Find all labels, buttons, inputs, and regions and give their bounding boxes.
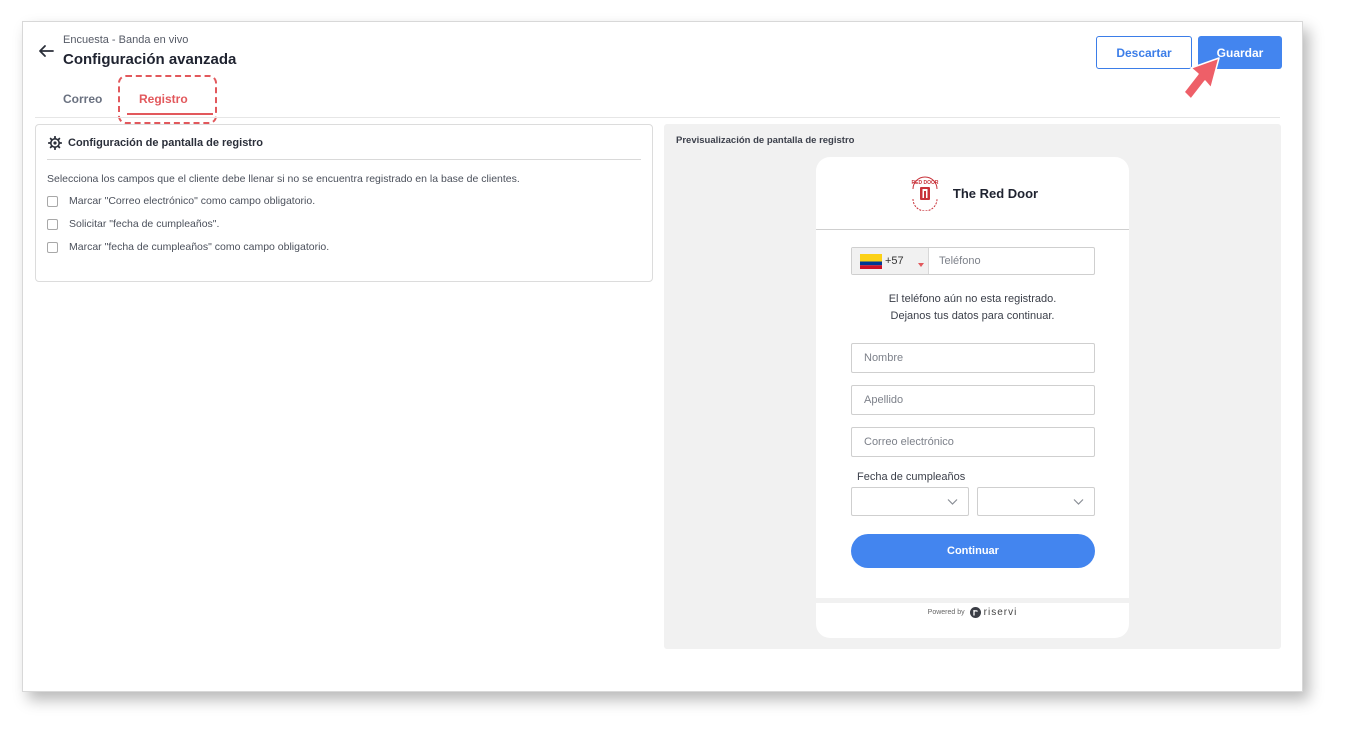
cursor-arrow-icon [1183, 57, 1220, 100]
first-name-input[interactable] [851, 343, 1095, 373]
chevron-down-icon [1073, 499, 1084, 505]
birthday-label: Fecha de cumpleaños [857, 471, 966, 483]
country-code: +57 [885, 255, 904, 267]
discard-button[interactable]: Descartar [1096, 36, 1192, 69]
last-name-input[interactable] [851, 385, 1095, 415]
logo-text: RED DOOR [911, 180, 938, 186]
breadcrumb: Encuesta - Banda en vivo [63, 34, 189, 46]
registration-preview-screen: RED DOOR The Red Door +57 Teléfono El te… [816, 157, 1129, 638]
page-title: Configuración avanzada [63, 51, 237, 68]
registration-config-card: Configuración de pantalla de registro Se… [35, 124, 653, 282]
config-divider [47, 159, 641, 160]
birthday-month-select[interactable] [977, 487, 1095, 516]
option-email-required[interactable]: Marcar "Correo electrónico" como campo o… [47, 195, 315, 207]
notice-line-2: Dejanos tus datos para continuar. [890, 310, 1055, 322]
option-request-birthday[interactable]: Solicitar "fecha de cumpleaños". [47, 218, 219, 230]
checkbox[interactable] [47, 241, 58, 253]
option-label: Marcar "fecha de cumpleaños" como campo … [69, 241, 330, 253]
tabs-divider [35, 117, 1280, 118]
riservi-logo-icon [969, 607, 981, 618]
red-door-logo: RED DOOR [911, 176, 939, 211]
tab-correo[interactable]: Correo [63, 92, 102, 106]
config-description: Selecciona los campos que el cliente deb… [47, 173, 520, 185]
notice-line-1: El teléfono aún no esta registrado. [888, 293, 1057, 305]
checkbox[interactable] [47, 218, 58, 230]
riservi-wordmark: riservi [983, 607, 1018, 618]
option-label: Marcar "Correo electrónico" como campo o… [69, 195, 316, 207]
powered-by: Powered by riservi [816, 607, 1129, 618]
option-birthday-required[interactable]: Marcar "fecha de cumpleaños" como campo … [47, 241, 329, 253]
config-header: Configuración de pantalla de registro [48, 136, 263, 150]
config-title: Configuración de pantalla de registro [68, 137, 263, 149]
powered-by-text: Powered by [927, 609, 965, 616]
phone-input[interactable] [930, 248, 1094, 274]
country-code-select[interactable]: +57 [852, 248, 929, 274]
app-window: Encuesta - Banda en vivo Configuración a… [22, 21, 1303, 692]
continue-button[interactable]: Continuar [851, 534, 1095, 568]
checkbox[interactable] [47, 195, 58, 207]
footer-strip [816, 598, 1129, 603]
brand-divider [816, 229, 1129, 230]
brand-name: The Red Door [952, 185, 1039, 201]
back-arrow-icon[interactable] [37, 42, 55, 60]
option-label: Solicitar "fecha de cumpleaños". [69, 218, 220, 230]
chevron-down-icon [947, 499, 958, 505]
email-input[interactable] [851, 427, 1095, 457]
birthday-day-select[interactable] [851, 487, 969, 516]
preview-title: Previsualización de pantalla de registro [676, 135, 855, 146]
brand-header: RED DOOR The Red Door [816, 171, 1129, 215]
preview-panel: Previsualización de pantalla de registro… [664, 124, 1281, 649]
caret-down-icon [918, 263, 924, 267]
phone-field: +57 [851, 247, 1095, 275]
colombia-flag-icon [860, 253, 882, 269]
gear-icon [48, 136, 62, 150]
